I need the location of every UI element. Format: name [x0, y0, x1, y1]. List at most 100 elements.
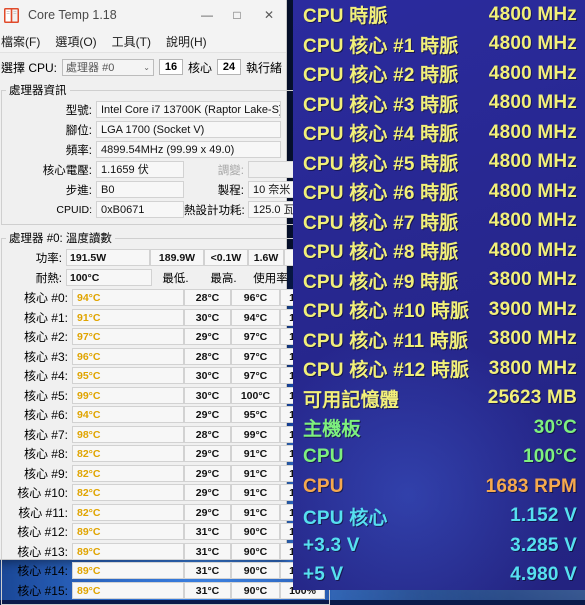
socket-value: LGA 1700 (Socket V)	[96, 121, 281, 138]
osd-row: CPU 100°C	[293, 443, 585, 473]
power-value-total: 191.5W	[66, 249, 150, 266]
osd-row: CPU 核心 #12 時脈 3800 MHz	[293, 354, 585, 384]
power-row: 功率: 191.5W 189.9W <0.1W 1.6W N/A	[6, 248, 325, 267]
cpu-select-label: 選擇 CPU:	[1, 60, 58, 75]
core-label: 核心 #3:	[23, 349, 68, 364]
core-temp-value: 82°C	[72, 464, 184, 482]
osd-row: CPU 核心 #3 時脈 4800 MHz	[293, 89, 585, 119]
table-row: 核心 #12:89°C31°C90°C100%	[6, 522, 325, 542]
osd-row-value: 30°C	[533, 416, 577, 438]
column-header-load: 使用率	[253, 272, 288, 285]
stepping-value: B0	[96, 181, 184, 198]
osd-row-label: CPU 核心 #9 時脈	[303, 271, 459, 293]
core-label: 核心 #15:	[17, 583, 68, 598]
multiplier-label: 調變:	[217, 164, 244, 177]
power-label: 功率:	[35, 252, 62, 265]
menu-item-file[interactable]: 檔案(F)	[1, 33, 40, 50]
menu-item-help[interactable]: 說明(H)	[166, 33, 207, 50]
core-label: 核心 #1:	[23, 310, 68, 325]
core-temp-min: 28°C	[184, 425, 231, 443]
osd-row: CPU 核心 #10 時脈 3900 MHz	[293, 295, 585, 325]
core-temp-max: 91°C	[231, 484, 280, 502]
tjmax-and-column-headers-row: 耐熱: 100°C 最低. 最高. 使用率	[6, 268, 325, 287]
core-temp-min: 29°C	[184, 503, 231, 521]
osd-row-value: 4.980 V	[510, 564, 577, 586]
core-count-label: 核心	[187, 60, 212, 75]
osd-row-label: +5 V	[303, 564, 344, 586]
osd-row: CPU 核心 #5 時脈 4800 MHz	[293, 148, 585, 178]
core-temp-min: 31°C	[184, 562, 231, 580]
osd-row-label: CPU 核心 #12 時脈	[303, 360, 470, 382]
osd-row-label: CPU 核心 #7 時脈	[303, 212, 459, 234]
osd-row-label: CPU 核心 #4 時脈	[303, 124, 459, 146]
osd-row-value: 4800 MHz	[488, 92, 577, 114]
osd-row: CPU 核心 1.152 V	[293, 502, 585, 532]
core-temp-value: 82°C	[72, 503, 184, 521]
frequency-value: 4899.54MHz (99.99 x 49.0)	[96, 141, 281, 158]
maximize-icon[interactable]: □	[222, 0, 252, 30]
osd-row-label: CPU 核心	[303, 507, 388, 529]
core-temp-max: 96°C	[231, 289, 280, 307]
core-temp-min: 29°C	[184, 445, 231, 463]
table-row: 核心 #8:82°C29°C91°C100%	[6, 444, 325, 464]
model-value: Intel Core i7 13700K (Raptor Lake-S)	[96, 101, 281, 118]
menu-item-options[interactable]: 選項(O)	[55, 33, 96, 50]
temperature-readings-legend: 處理器 #0: 溫度讀數	[9, 233, 112, 245]
core-temp-value: 89°C	[72, 562, 184, 580]
column-header-min: 最低.	[162, 272, 189, 285]
osd-row-value: 4800 MHz	[488, 151, 577, 173]
temperature-readings-group: 處理器 #0: 溫度讀數 功率: 191.5W 189.9W <0.1W 1.6…	[1, 230, 330, 605]
table-row: 核心 #0:94°C28°C96°C100%	[6, 288, 325, 308]
osd-row-value: 4800 MHz	[488, 121, 577, 143]
core-temp-min: 28°C	[184, 347, 231, 365]
core-label: 核心 #7:	[23, 427, 68, 442]
table-row: 核心 #14:89°C31°C90°C100%	[6, 561, 325, 581]
table-row: 核心 #10:82°C29°C91°C100%	[6, 483, 325, 503]
osd-row-label: 可用記憶體	[303, 389, 400, 411]
minimize-icon[interactable]: —	[192, 0, 222, 30]
table-row: 核心 #13:89°C31°C90°C100%	[6, 542, 325, 562]
osd-row-label: CPU 核心 #11 時脈	[303, 330, 469, 352]
osd-row-value: 3800 MHz	[488, 357, 577, 379]
table-row: 核心 #11:82°C29°C91°C100%	[6, 503, 325, 523]
osd-row-value: 3800 MHz	[488, 269, 577, 291]
core-count-box: 16	[158, 59, 183, 75]
core-temperature-table: 核心 #0:94°C28°C96°C100%核心 #1:91°C30°C94°C…	[6, 288, 325, 600]
osd-row-value: 1.152 V	[510, 505, 577, 527]
core-temp-min: 31°C	[184, 523, 231, 541]
core-temp-max: 91°C	[231, 503, 280, 521]
table-row: 核心 #1:91°C30°C94°C100%	[6, 308, 325, 328]
core-temp-max: 91°C	[231, 464, 280, 482]
core-temp-min: 29°C	[184, 406, 231, 424]
info-row-frequency: 頻率: 4899.54MHz (99.99 x 49.0)	[6, 140, 328, 159]
core-temp-max: 90°C	[231, 542, 280, 560]
thread-count-label: 執行緒	[245, 60, 282, 75]
core-temp-value: 82°C	[72, 484, 184, 502]
stepping-label: 步進:	[65, 184, 92, 197]
model-label: 型號:	[65, 104, 92, 117]
core-temp-window: Core Temp 1.18 — □ ✕ 檔案(F) 選項(O) 工具(T) 說…	[0, 0, 333, 605]
core-temp-min: 29°C	[184, 464, 231, 482]
core-voltage-label: 核心電壓:	[42, 164, 92, 177]
menu-item-tools[interactable]: 工具(T)	[112, 33, 151, 50]
osd-row-label: CPU 時脈	[303, 6, 388, 28]
osd-row-label: +3.3 V	[303, 534, 360, 556]
core-temp-value: 96°C	[72, 347, 184, 365]
core-voltage-value: 1.1659 伏	[96, 161, 184, 178]
osd-row-value: 25623 MB	[487, 387, 577, 409]
info-row-stepping: 步進: B0 製程: 10 奈米	[6, 180, 328, 199]
core-temp-value: 89°C	[72, 542, 184, 560]
frequency-label: 頻率:	[65, 144, 92, 157]
close-icon[interactable]: ✕	[252, 0, 286, 30]
core-temp-value: 99°C	[72, 386, 184, 404]
core-temp-min: 29°C	[184, 328, 231, 346]
info-row-socket: 腳位: LGA 1700 (Socket V)	[6, 120, 328, 139]
core-temp-value: 89°C	[72, 581, 184, 599]
tdp-label: 熱設計功耗:	[184, 204, 245, 217]
core-temp-min: 31°C	[184, 542, 231, 560]
cpu-select-dropdown[interactable]: 處理器 #0 ⌄	[62, 58, 154, 76]
window-titlebar[interactable]: Core Temp 1.18 — □ ✕	[0, 0, 286, 30]
core-label: 核心 #6:	[23, 408, 68, 423]
osd-row: 可用記憶體 25623 MB	[293, 384, 585, 414]
table-row: 核心 #5:99°C30°C100°C100%	[6, 386, 325, 406]
